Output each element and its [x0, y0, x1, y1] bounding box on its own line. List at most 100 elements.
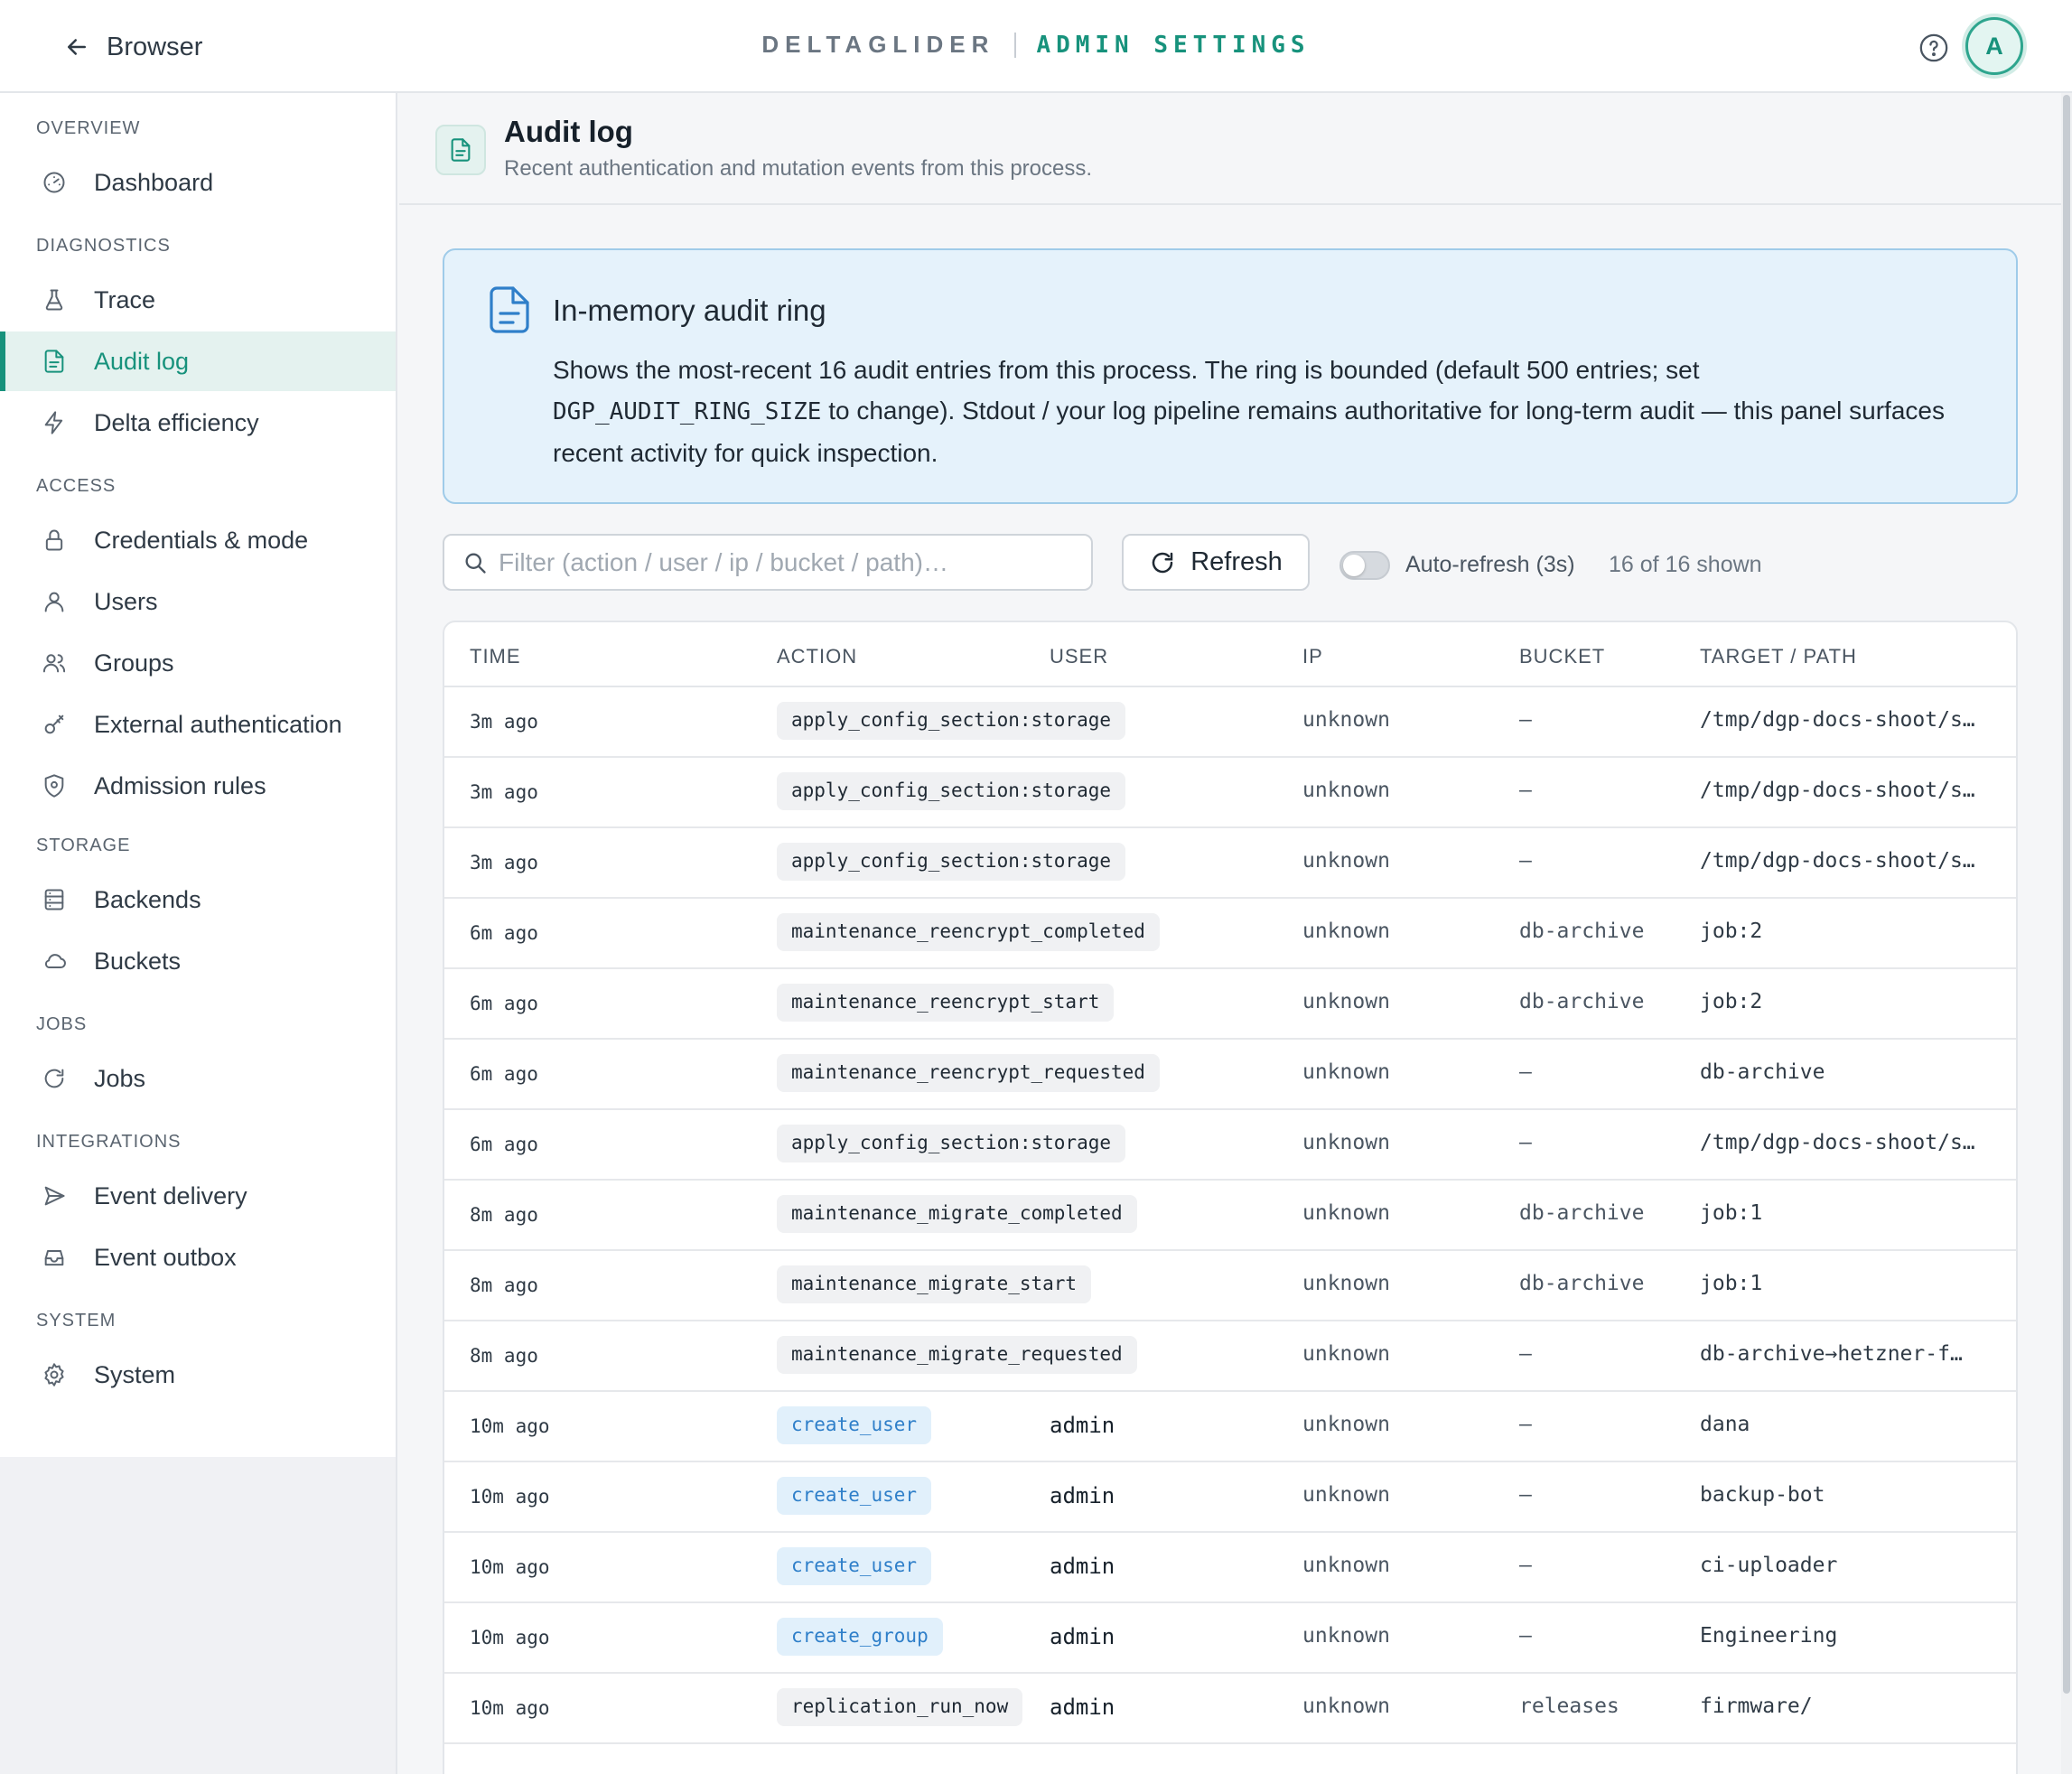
table-row[interactable]: 3m ago apply_config_section:storage unknow…	[444, 758, 2016, 828]
table-row[interactable]: 6m ago maintenance_reencrypt_requested unk…	[444, 1040, 2016, 1110]
cell-bucket: db-archive	[1519, 990, 1645, 1013]
column-header-bucket[interactable]: BUCKET	[1519, 645, 1605, 668]
sidebar-item-label: Users	[94, 587, 158, 615]
gauge-icon	[43, 172, 65, 193]
help-circle-icon[interactable]	[1918, 33, 1949, 63]
cell-ip: unknown	[1302, 990, 1390, 1013]
sidebar-item-label: Trace	[94, 285, 156, 313]
page-scrollbar-thumb[interactable]	[2063, 95, 2070, 1694]
refresh-button-label: Refresh	[1190, 547, 1283, 576]
sidebar-item-buckets[interactable]: Buckets	[0, 931, 396, 991]
group-icon	[42, 654, 66, 673]
sidebar-item-event-outbox[interactable]: Event outbox	[0, 1228, 396, 1287]
cell-ip: unknown	[1302, 1342, 1390, 1366]
sidebar-empty-area	[0, 1457, 397, 1774]
sidebar-item-audit-log[interactable]: Audit log	[0, 331, 396, 391]
sidebar-item-label: Dashboard	[94, 168, 214, 196]
sidebar-item-groups[interactable]: Groups	[0, 633, 396, 693]
cell-bucket: —	[1519, 1413, 1532, 1436]
sidebar-item-external-authentication[interactable]: External authentication	[0, 695, 396, 754]
cell-action-tag: apply_config_section:storage	[777, 843, 1126, 881]
table-row[interactable]: 3m ago apply_config_section:storage unknow…	[444, 828, 2016, 899]
cell-bucket: —	[1519, 849, 1532, 873]
info-body: Shows the most-recent 16 audit entries f…	[553, 350, 1989, 473]
sidebar-item-admission-rules[interactable]: Admission rules	[0, 756, 396, 816]
cell-bucket: db-archive	[1519, 1201, 1645, 1225]
cell-ip: unknown	[1302, 1483, 1390, 1507]
cell-user: admin	[1050, 1695, 1115, 1720]
table-row[interactable]: 6m ago maintenance_reencrypt_completed unk…	[444, 899, 2016, 969]
table-row[interactable]: 6m ago apply_config_section:storage unknow…	[444, 1110, 2016, 1181]
cell-bucket: —	[1519, 1060, 1532, 1084]
cell-target: job:2	[1700, 920, 1763, 943]
auto-refresh-toggle[interactable]	[1339, 551, 1390, 580]
lightning-icon	[44, 411, 63, 434]
document-icon	[44, 350, 64, 373]
filter-field[interactable]	[443, 534, 1093, 591]
cloud-icon	[44, 954, 66, 968]
cell-action-tag: replication_run_now	[777, 1688, 1023, 1726]
sidebar-item-backends[interactable]: Backends	[0, 870, 396, 929]
table-row[interactable]: 10m ago replication_run_now admin unknown re…	[444, 1674, 2016, 1744]
sidebar-item-label: Admission rules	[94, 771, 266, 799]
shield-icon	[44, 774, 64, 798]
sidebar-item-dashboard[interactable]: Dashboard	[0, 153, 396, 212]
cell-time: 3m ago	[470, 852, 538, 873]
table-row[interactable]: 10m ago create_user admin unknown — ci-upload…	[444, 1533, 2016, 1603]
sidebar: OVERVIEW Dashboard DIAGNOSTICS Trace Audit l…	[0, 93, 397, 1457]
table-row[interactable]: 10m ago create_group admin unknown — Engineer…	[444, 1603, 2016, 1674]
cell-time: 10m ago	[470, 1415, 550, 1437]
cell-target: ci-uploader	[1700, 1554, 1838, 1577]
brand-name: DELTAGLIDER	[761, 31, 995, 58]
audit-ring-info-panel: In-memory audit ring Shows the most-rece…	[443, 248, 2018, 504]
column-header-time[interactable]: TIME	[470, 645, 521, 668]
cell-ip: unknown	[1302, 1060, 1390, 1084]
page-subtitle: Recent authentication and mutation event…	[504, 156, 1093, 181]
send-icon	[44, 1186, 65, 1206]
sidebar-item-label: Delta efficiency	[94, 408, 259, 436]
table-row[interactable]: 3m ago apply_config_section:storage unknow…	[444, 687, 2016, 758]
key-icon	[44, 714, 64, 734]
cell-time: 8m ago	[470, 1345, 538, 1367]
cell-target: Engineering	[1700, 1624, 1838, 1648]
cell-ip: unknown	[1302, 1131, 1390, 1154]
sidebar-item-credentials-mode[interactable]: Credentials & mode	[0, 510, 396, 570]
table-row[interactable]: 10m ago create_user admin unknown — backup-bo…	[444, 1462, 2016, 1533]
table-row[interactable]: 8m ago maintenance_migrate_requested unkno…	[444, 1321, 2016, 1392]
sidebar-item-users[interactable]: Users	[0, 572, 396, 631]
cell-bucket: —	[1519, 1624, 1532, 1648]
lock-icon	[45, 529, 63, 551]
table-row[interactable]: 8m ago maintenance_migrate_completed unkno…	[444, 1181, 2016, 1251]
refresh-button[interactable]: Refresh	[1122, 534, 1310, 591]
cell-action-tag: maintenance_reencrypt_start	[777, 984, 1115, 1022]
cell-bucket: —	[1519, 1554, 1532, 1577]
arrow-left-icon	[68, 39, 86, 55]
column-header-ip[interactable]: IP	[1302, 645, 1323, 668]
nav-heading-access: ACCESS	[36, 476, 117, 496]
sidebar-item-trace[interactable]: Trace	[0, 270, 396, 330]
user-avatar[interactable]: A	[1965, 17, 2023, 75]
filter-input[interactable]	[499, 547, 1077, 577]
column-header-user[interactable]: USER	[1050, 645, 1108, 668]
sidebar-item-jobs[interactable]: Jobs	[0, 1049, 396, 1108]
column-header-action[interactable]: ACTION	[777, 645, 857, 668]
cell-user: admin	[1050, 1483, 1115, 1508]
sidebar-item-label: Credentials & mode	[94, 526, 309, 554]
brand: DELTAGLIDER ADMIN SETTINGS	[0, 31, 2072, 59]
cell-ip: unknown	[1302, 1201, 1390, 1225]
info-body-text: Shows the most-recent 16 audit entries f…	[553, 356, 1700, 384]
document-icon	[490, 286, 529, 333]
table-row[interactable]: 8m ago maintenance_migrate_start unknown db…	[444, 1251, 2016, 1321]
table-header: TIME ACTION USER IP BUCKET TARGET / PATH	[444, 622, 2016, 687]
back-to-browser-link[interactable]: Browser	[63, 27, 202, 67]
column-header-target[interactable]: TARGET / PATH	[1700, 645, 1857, 668]
cell-action-tag: maintenance_reencrypt_requested	[777, 1054, 1160, 1092]
sidebar-item-system[interactable]: System	[0, 1345, 396, 1405]
server-icon	[44, 889, 64, 910]
cell-time: 6m ago	[470, 1134, 538, 1155]
table-row[interactable]: 10m ago create_user admin unknown — dana	[444, 1392, 2016, 1462]
sidebar-item-delta-efficiency[interactable]: Delta efficiency	[0, 393, 396, 453]
table-row[interactable]: 6m ago maintenance_reencrypt_start unknown…	[444, 969, 2016, 1040]
sidebar-item-event-delivery[interactable]: Event delivery	[0, 1166, 396, 1226]
cell-time: 6m ago	[470, 922, 538, 944]
